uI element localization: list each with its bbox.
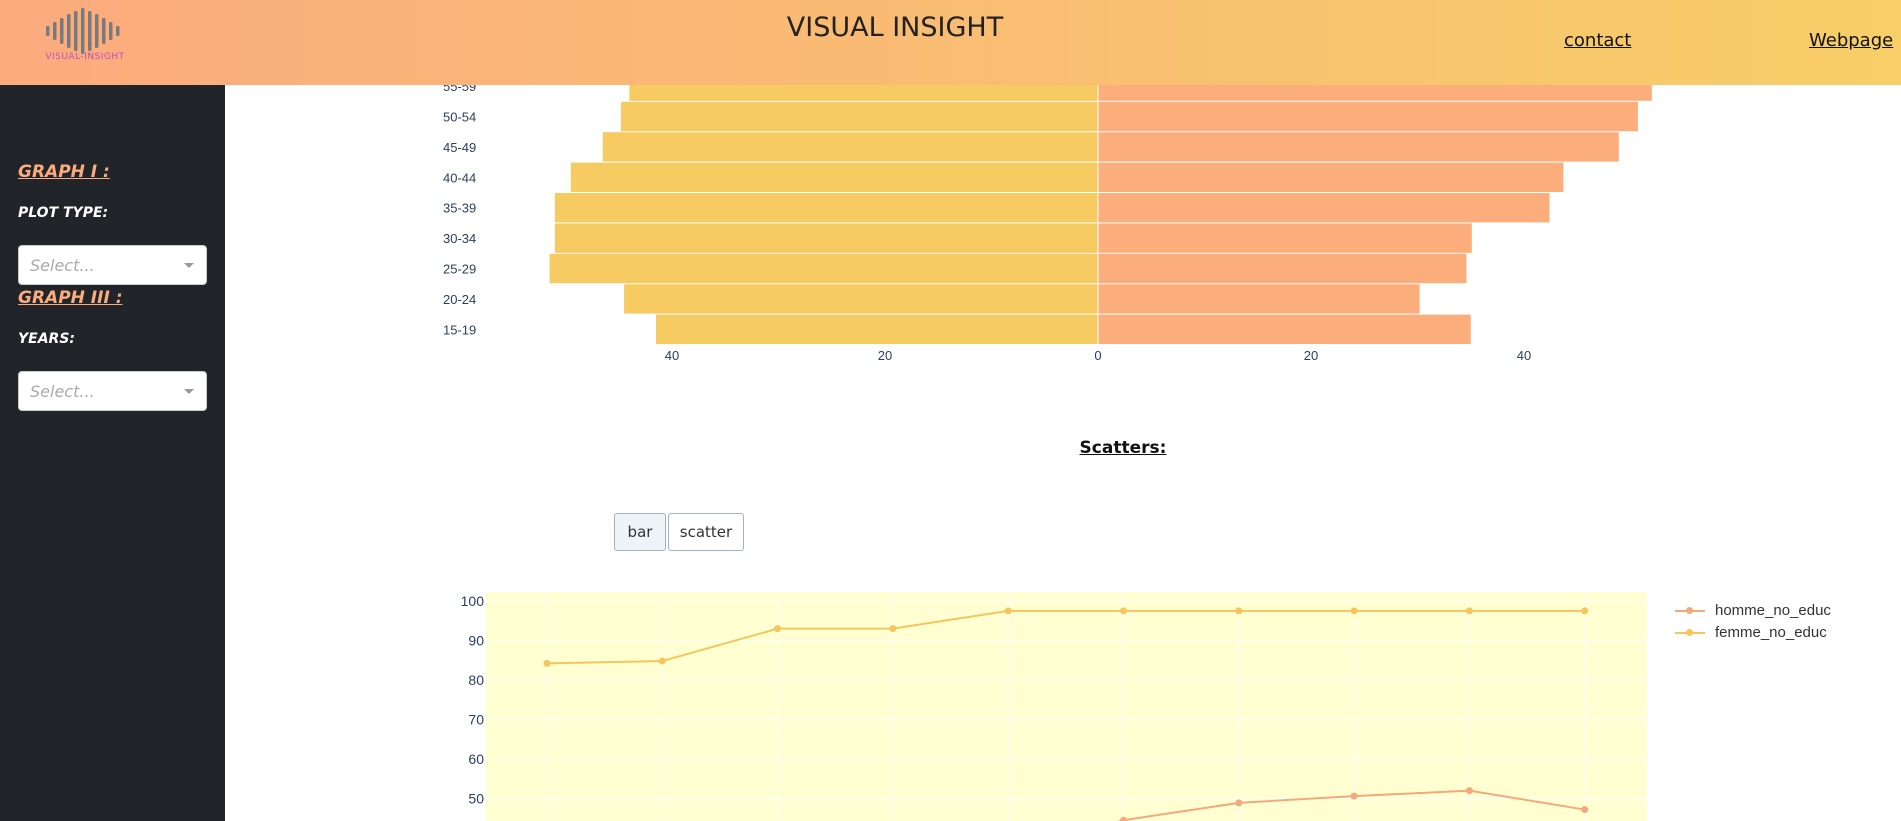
pyramid-tick-label: 25-29 [443, 262, 476, 277]
pyramid-bar-left [549, 253, 1098, 284]
pyramid-bar-right [1098, 314, 1471, 344]
pyramid-bar-left [602, 132, 1098, 162]
pyramid-x-tick: 20 [878, 348, 892, 363]
pyramid-x-tick: 0 [1094, 348, 1101, 363]
pyramid-bar-right [1098, 223, 1472, 253]
pyramid-bar-left [570, 162, 1098, 192]
pyramid-tick-label: 40-44 [443, 170, 476, 185]
pyramid-bar-right [1098, 132, 1619, 162]
pyramid-tick-label: 50-54 [443, 110, 476, 125]
pyramid-bar-right [1098, 284, 1420, 314]
population-pyramid-chart: 15-19 20-24 25-29 30-34 35-39 40-44 45-49 50-54… [443, 71, 1652, 363]
pyramid-tick-label: 15-19 [443, 322, 476, 337]
pyramid-bar-left [554, 193, 1098, 223]
header: VISUAL-INSIGHT VISUAL INSIGHT contact We… [0, 0, 1901, 85]
pyramid-bar-left [620, 101, 1098, 132]
pyramid-x-tick: 40 [665, 348, 679, 363]
pyramid-bar-left [554, 223, 1098, 253]
nav-contact-link[interactable]: contact [1564, 30, 1631, 51]
pyramid-tick-label: 20-24 [443, 292, 476, 307]
pyramid-tick-label: 30-34 [443, 231, 476, 246]
pyramid-bar-left [624, 284, 1098, 314]
pyramid-bar-right [1098, 101, 1638, 132]
pyramid-tick-label: 45-49 [443, 140, 476, 155]
pyramid-bar-right [1098, 193, 1550, 223]
pyramid-bar-right [1098, 253, 1467, 284]
logo-text: VISUAL-INSIGHT [45, 52, 125, 62]
pyramid-bar-left [656, 314, 1098, 344]
pyramid-tick-label: 35-39 [443, 201, 476, 216]
pyramid-bar-right [1098, 162, 1564, 192]
nav-webpage-link[interactable]: Webpage [1809, 30, 1893, 51]
pyramid-x-tick: 40 [1517, 348, 1531, 363]
pyramid-x-tick: 20 [1304, 348, 1318, 363]
site-title: VISUAL INSIGHT [786, 12, 1004, 43]
